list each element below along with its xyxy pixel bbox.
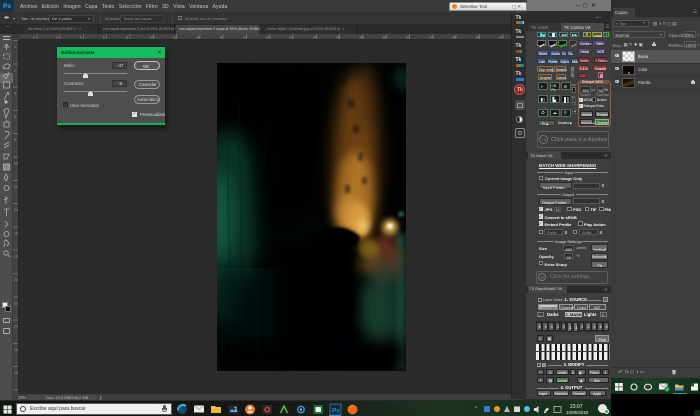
- svg-text:26: 26: [336, 35, 340, 39]
- svg-text:32: 32: [406, 35, 410, 39]
- svg-text:34: 34: [429, 35, 433, 39]
- svg-text:0: 0: [33, 35, 35, 39]
- svg-text:16: 16: [219, 35, 223, 39]
- svg-text:20: 20: [14, 278, 18, 282]
- svg-text:18: 18: [243, 35, 247, 39]
- svg-text:12: 12: [14, 185, 18, 189]
- svg-text:20: 20: [266, 35, 270, 39]
- svg-text:8: 8: [126, 35, 128, 39]
- svg-text:2: 2: [56, 35, 58, 39]
- svg-text:28: 28: [14, 371, 18, 375]
- svg-text:10: 10: [150, 35, 154, 39]
- svg-text:4: 4: [14, 92, 16, 96]
- svg-text:14: 14: [14, 208, 18, 212]
- svg-text:22: 22: [14, 301, 18, 305]
- svg-text:0: 0: [14, 45, 16, 49]
- svg-text:38: 38: [476, 35, 480, 39]
- svg-text:10: 10: [14, 162, 18, 166]
- svg-text:Ps: Ps: [332, 408, 340, 415]
- svg-text:16: 16: [14, 231, 18, 235]
- svg-text:6: 6: [103, 35, 105, 39]
- svg-text:24: 24: [14, 325, 18, 329]
- svg-text:12: 12: [173, 35, 177, 39]
- svg-text:40: 40: [499, 35, 503, 39]
- svg-text:26: 26: [14, 348, 18, 352]
- svg-text:8: 8: [14, 138, 16, 142]
- svg-text:4: 4: [80, 35, 82, 39]
- svg-text:18: 18: [14, 255, 18, 259]
- svg-text:28: 28: [359, 35, 363, 39]
- svg-text:22: 22: [289, 35, 293, 39]
- svg-text:2: 2: [14, 68, 16, 72]
- svg-text:14: 14: [196, 35, 200, 39]
- svg-text:6: 6: [14, 115, 16, 119]
- svg-text:24: 24: [313, 35, 317, 39]
- svg-text:30: 30: [383, 35, 387, 39]
- svg-text:36: 36: [452, 35, 456, 39]
